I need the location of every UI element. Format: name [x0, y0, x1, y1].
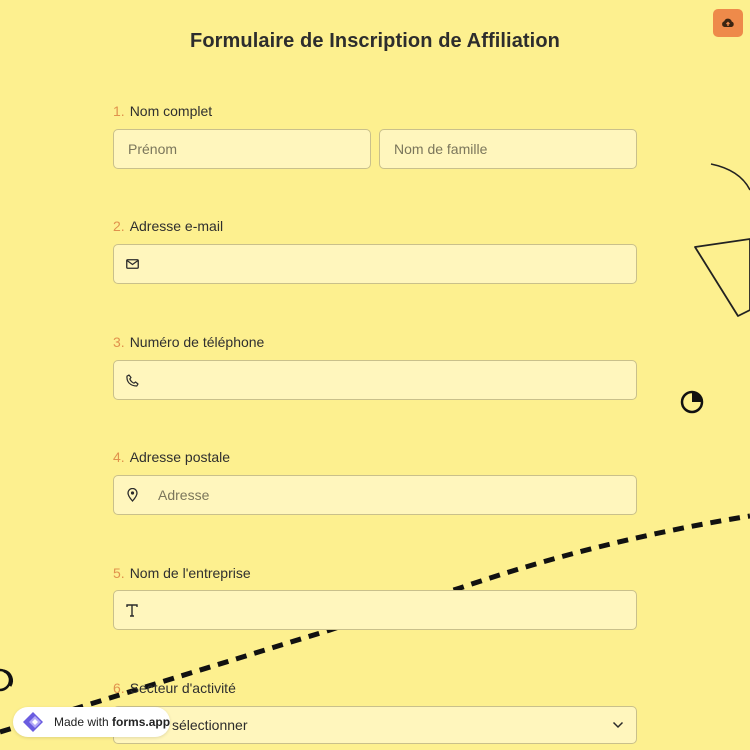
question-text: Nom complet [129, 103, 213, 119]
form-title: Formulaire de Inscription de Affiliation [190, 30, 560, 52]
question-number: 6. [113, 680, 125, 696]
company-field[interactable] [113, 590, 637, 630]
phone-icon [124, 372, 140, 388]
question-number: 3. [113, 334, 125, 350]
email-field[interactable] [113, 244, 637, 284]
question-full-name: 1. Nom complet [113, 103, 637, 119]
question-label: 6. Secteur d'activité [113, 680, 637, 696]
question-label: 5. Nom de l'entreprise [113, 565, 637, 581]
question-number: 1. [113, 103, 125, 119]
question-email: 2. Adresse e-mail [113, 218, 637, 234]
address-placeholder: Adresse [158, 487, 210, 503]
last-name-placeholder: Nom de famille [394, 141, 488, 157]
mail-icon [124, 256, 140, 272]
question-text: Numéro de téléphone [129, 334, 265, 350]
chevron-down-icon [612, 721, 624, 729]
question-label: 4. Adresse postale [113, 449, 637, 465]
forms-app-logo-icon [19, 708, 49, 736]
sector-select-text: sélectionner [172, 717, 248, 733]
cloud-upload-icon [722, 18, 734, 27]
form-page: Formulaire de Inscription de Affiliation… [0, 0, 750, 750]
first-name-field[interactable]: Prénom [113, 129, 371, 169]
text-icon [124, 602, 140, 618]
question-sector: 6. Secteur d'activité [113, 680, 637, 696]
question-number: 4. [113, 449, 125, 465]
first-name-placeholder: Prénom [128, 141, 178, 157]
question-label: 3. Numéro de téléphone [113, 334, 637, 350]
question-number: 5. [113, 565, 125, 581]
question-text: Adresse e-mail [129, 218, 224, 234]
address-field[interactable]: Adresse [113, 475, 637, 515]
made-with-badge[interactable]: Made with forms.app [13, 707, 170, 737]
question-address: 4. Adresse postale [113, 449, 637, 465]
question-company: 5. Nom de l'entreprise [113, 565, 637, 581]
question-label: 1. Nom complet [113, 103, 637, 119]
question-text: Secteur d'activité [129, 680, 236, 696]
question-text: Nom de l'entreprise [129, 565, 251, 581]
question-text: Adresse postale [129, 449, 231, 465]
badge-prefix: Made with [54, 715, 109, 729]
question-phone: 3. Numéro de téléphone [113, 334, 637, 350]
badge-brand: forms.app [112, 715, 171, 729]
location-pin-icon [124, 487, 140, 503]
question-label: 2. Adresse e-mail [113, 218, 637, 234]
phone-field[interactable] [113, 360, 637, 400]
last-name-field[interactable]: Nom de famille [379, 129, 637, 169]
sector-select[interactable]: sélectionner [113, 706, 637, 744]
badge-text: Made with forms.app [54, 715, 170, 729]
question-number: 2. [113, 218, 125, 234]
